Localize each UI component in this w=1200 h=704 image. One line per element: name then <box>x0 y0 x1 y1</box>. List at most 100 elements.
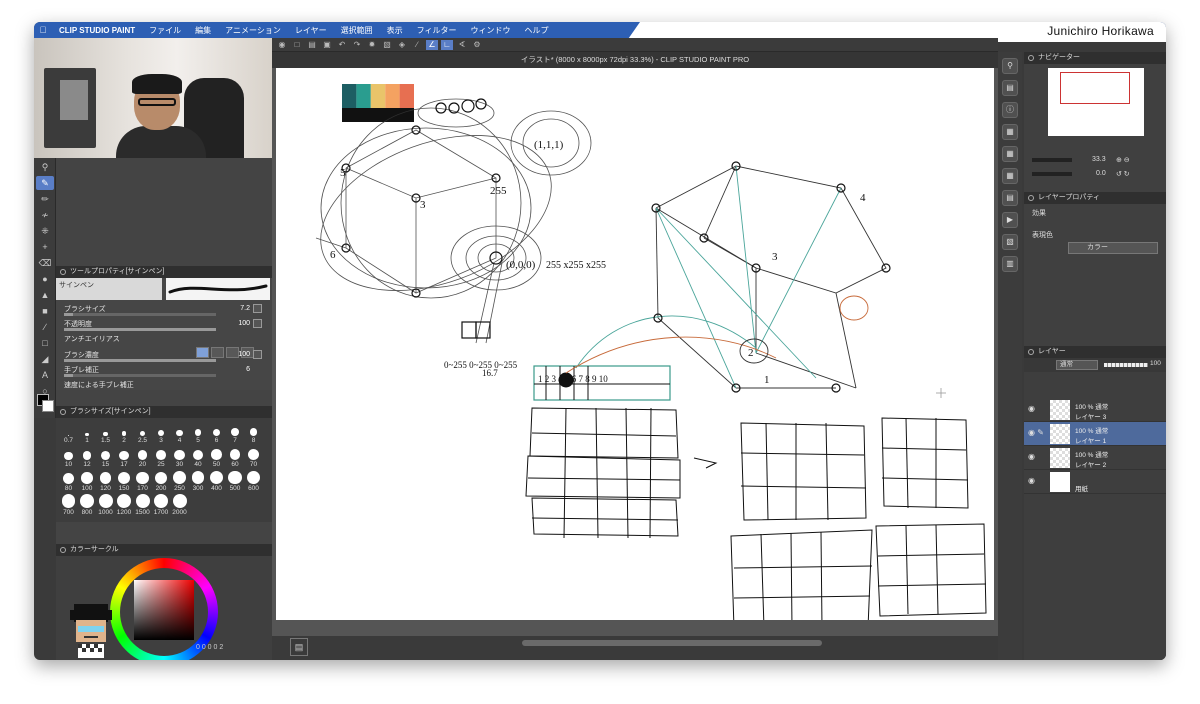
navigator-view-box[interactable] <box>1060 72 1130 104</box>
layer-row[interactable]: ◉ 100 % 通常 レイヤー 2 <box>1024 446 1166 470</box>
brush-size-preset[interactable]: 4 <box>171 422 188 444</box>
brush-size-preset[interactable]: 7 <box>227 422 244 444</box>
menu-layer[interactable]: レイヤー <box>288 25 334 36</box>
ruler-tool-icon[interactable]: ◢ <box>36 352 54 366</box>
brush-size-preset[interactable]: 170 <box>134 470 151 492</box>
brush-size-preset[interactable]: 5 <box>190 422 207 444</box>
open-icon[interactable]: ▤ <box>306 40 318 50</box>
brush-size-preset[interactable]: 100 <box>79 470 96 492</box>
menu-help[interactable]: ヘルプ <box>517 25 555 36</box>
layer-row[interactable]: ◉ 100 % 通常 レイヤー 3 <box>1024 398 1166 422</box>
navigator-toggle-icon[interactable]: ▤ <box>290 638 308 656</box>
info-panel-icon[interactable]: ⓘ <box>1002 102 1018 118</box>
brush-size-preset[interactable]: 600 <box>245 470 262 492</box>
layer-row-selected[interactable]: ◉ ✎ 100 % 通常 レイヤー 1 <box>1024 422 1166 446</box>
navigator-header[interactable]: ナビゲーター <box>1024 52 1166 64</box>
brush-size-preset[interactable]: 20 <box>134 446 151 468</box>
fill-icon[interactable]: ◈ <box>396 40 408 50</box>
brush-size-header[interactable]: ブラシサイズ[サインペン] <box>56 406 272 418</box>
brush-size-preset[interactable]: 500 <box>227 470 244 492</box>
horizontal-scrollbar[interactable] <box>522 640 822 646</box>
app-icon[interactable]: ◉ <box>276 40 288 50</box>
history-panel-icon[interactable]: ▤ <box>1002 190 1018 206</box>
search-layer-panel-icon[interactable]: ▥ <box>1002 256 1018 272</box>
menu-selection[interactable]: 選択範囲 <box>334 25 380 36</box>
brush-size-preset[interactable]: 60 <box>227 446 244 468</box>
navigator-panel-icon[interactable]: ⚲ <box>1002 58 1018 74</box>
prop-brush-density[interactable]: ブラシ濃度 100 <box>64 350 264 364</box>
express-color-select[interactable]: カラー <box>1068 242 1158 254</box>
brush-size-preset[interactable]: 15 <box>97 446 114 468</box>
brush-size-preset[interactable]: 40 <box>190 446 207 468</box>
figure-tool-icon[interactable]: ∕ <box>36 320 54 334</box>
layer-header[interactable]: レイヤー <box>1024 346 1166 358</box>
brush-size-preset[interactable]: 2000 <box>171 494 188 516</box>
snap-ruler-icon[interactable]: ∕ <box>411 40 423 50</box>
brush-size-preset[interactable]: 1 <box>79 422 96 444</box>
brush-tool-icon[interactable]: ≁ <box>36 208 54 222</box>
zoom-row[interactable]: 33.3 ⊕ ⊖ <box>1032 156 1162 166</box>
new-icon[interactable]: □ <box>291 40 303 50</box>
tool-property-header[interactable]: ツールプロパティ[サインペン] <box>56 266 272 278</box>
brush-size-preset[interactable]: 6 <box>208 422 225 444</box>
brush-size-preset[interactable]: 30 <box>171 446 188 468</box>
perspective-icon[interactable]: ∢ <box>456 40 468 50</box>
undo-icon[interactable]: ↶ <box>336 40 348 50</box>
visibility-icon[interactable]: ◉ <box>1028 476 1035 485</box>
brush-size-preset[interactable]: 200 <box>153 470 170 492</box>
brush-size-preset[interactable]: 120 <box>97 470 114 492</box>
zoom-tool-icon[interactable]: ⚲ <box>36 160 54 174</box>
rotate-controls-icon[interactable]: ↺ ↻ <box>1116 170 1130 178</box>
blend-tool-icon[interactable]: ● <box>36 272 54 286</box>
brush-size-preset[interactable]: 10 <box>60 446 77 468</box>
brush-size-preset[interactable]: 80 <box>60 470 77 492</box>
transform-icon[interactable]: ▧ <box>381 40 393 50</box>
brush-size-preset[interactable]: 700 <box>60 494 77 516</box>
color-circle-header[interactable]: カラーサークル <box>56 544 272 556</box>
prop-speed-stabilization[interactable]: 速度による手ブレ補正 <box>64 380 264 394</box>
menu-file[interactable]: ファイル <box>142 25 188 36</box>
blend-mode-select[interactable]: 通常 <box>1056 360 1098 370</box>
brush-size-preset[interactable]: 2 <box>116 422 133 444</box>
prop-brush-size[interactable]: ブラシサイズ 7.2 <box>64 304 264 318</box>
gradient-tool-icon[interactable]: ■ <box>36 304 54 318</box>
brush-size-preset[interactable]: 300 <box>190 470 207 492</box>
prop-stabilization[interactable]: 手ブレ補正 6 <box>64 365 264 379</box>
brush-size-preset[interactable]: 1.5 <box>97 422 114 444</box>
brush-size-preset[interactable]: 0.7 <box>60 422 77 444</box>
color-set-panel-icon[interactable]: ▧ <box>1002 234 1018 250</box>
eraser-tool-icon[interactable]: ⌫ <box>36 256 54 270</box>
subview-panel-icon[interactable]: ▤ <box>1002 80 1018 96</box>
menu-filter[interactable]: フィルター <box>410 25 464 36</box>
brush-size-preset[interactable]: 1200 <box>116 494 133 516</box>
save-icon[interactable]: ▣ <box>321 40 333 50</box>
text-tool-icon[interactable]: A <box>36 368 54 382</box>
brush-size-preset[interactable]: 400 <box>208 470 225 492</box>
apple-icon[interactable]:  <box>34 25 52 35</box>
visibility-icon[interactable]: ◉ ✎ <box>1028 428 1044 437</box>
menu-window[interactable]: ウィンドウ <box>463 25 517 36</box>
pen-tool-icon[interactable]: ✎ <box>36 176 54 190</box>
brush-size-preset[interactable]: 25 <box>153 446 170 468</box>
redo-icon[interactable]: ↷ <box>351 40 363 50</box>
brush-size-preset[interactable]: 17 <box>116 446 133 468</box>
decoration-tool-icon[interactable]: + <box>36 240 54 254</box>
brush-size-preset[interactable]: 1500 <box>134 494 151 516</box>
menu-view[interactable]: 表示 <box>380 25 410 36</box>
clear-icon[interactable]: ✹ <box>366 40 378 50</box>
menu-edit[interactable]: 編集 <box>188 25 218 36</box>
pencil-tool-icon[interactable]: ✏ <box>36 192 54 206</box>
sub-color-swatch[interactable] <box>42 400 54 412</box>
rotate-row[interactable]: 0.0 ↺ ↻ <box>1032 170 1162 180</box>
saturation-value-square[interactable] <box>134 580 194 640</box>
drawing-canvas[interactable]: 5 255 3 6 (1,1,1) (0,0,0) 255 x255 x255 … <box>276 68 994 629</box>
brush-size-preset[interactable]: 1700 <box>153 494 170 516</box>
visibility-icon[interactable]: ◉ <box>1028 404 1035 413</box>
prop-antialias[interactable]: アンチエイリアス <box>64 334 264 348</box>
auto-action-panel-icon[interactable]: ▶ <box>1002 212 1018 228</box>
frame-tool-icon[interactable]: □ <box>36 336 54 350</box>
zoom-controls-icon[interactable]: ⊕ ⊖ <box>1116 156 1130 164</box>
visibility-icon[interactable]: ◉ <box>1028 452 1035 461</box>
brush-size-preset[interactable]: 150 <box>116 470 133 492</box>
brush-size-preset[interactable]: 1000 <box>97 494 114 516</box>
